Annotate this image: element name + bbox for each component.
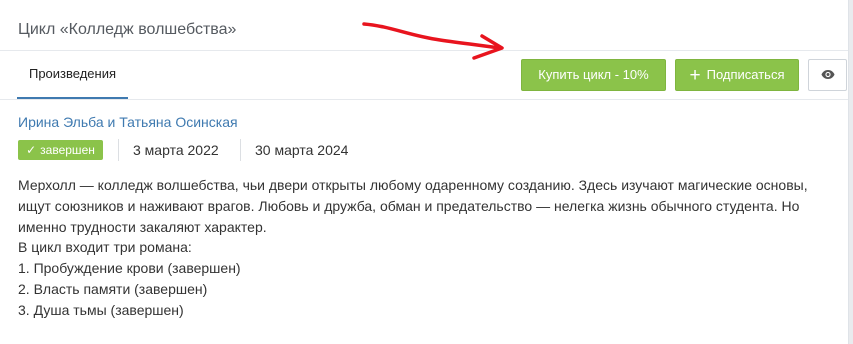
eye-icon <box>821 70 834 79</box>
status-badge: ✓ завершен <box>18 140 103 160</box>
description-line: В цикл входит три романа: <box>18 239 192 256</box>
status-label: завершен <box>40 143 95 157</box>
list-item: 1. Пробуждение крови (завершен) <box>18 260 241 277</box>
check-icon: ✓ <box>26 143 37 157</box>
start-date: 3 марта 2022 <box>133 142 219 158</box>
description: Мерхолл — колледж волшебства, чьи двери … <box>18 175 838 321</box>
list-item: 3. Душа тьмы (завершен) <box>18 301 184 318</box>
page-title: Цикл «Колледж волшебства» <box>18 21 237 38</box>
tab-works[interactable]: Произведения <box>17 51 128 99</box>
view-button[interactable] <box>808 59 847 91</box>
list-item: 2. Власть памяти (завершен) <box>18 280 208 297</box>
end-date: 30 марта 2024 <box>255 142 349 158</box>
cycle-panel: Цикл «Колледж волшебства» Произведения К… <box>0 0 849 344</box>
divider <box>118 139 119 161</box>
description-paragraph: Мерхолл — колледж волшебства, чьи двери … <box>18 177 808 235</box>
plus-icon: + <box>689 65 701 86</box>
divider <box>240 139 241 161</box>
authors-link[interactable]: Ирина Эльба и Татьяна Осинская <box>18 114 238 130</box>
subscribe-button[interactable]: + Подписаться <box>675 59 799 91</box>
buy-cycle-button[interactable]: Купить цикл - 10% <box>521 59 666 91</box>
subscribe-label: Подписаться <box>706 67 785 82</box>
